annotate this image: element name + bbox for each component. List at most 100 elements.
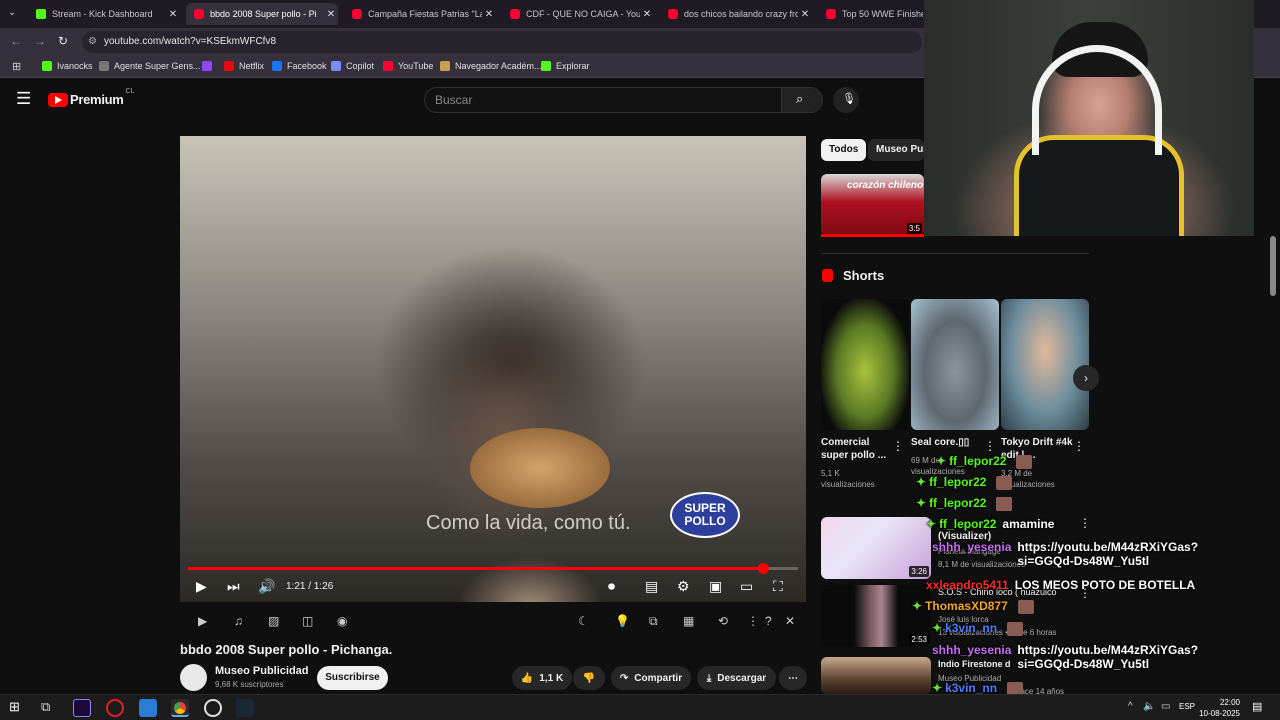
bookmark-ivanocks[interactable]: Ivanocks: [42, 61, 93, 71]
browser-tab-2[interactable]: bbdo 2008 Super pollo - Pi ✕: [186, 3, 338, 25]
language-indicator[interactable]: ESP: [1179, 702, 1195, 711]
chat-emote-icon: [996, 496, 1013, 511]
chat-text: https://youtu.be/M44zRXiYGas?si=GGQd-Ds4…: [1017, 643, 1199, 671]
recommended-thumbnail-3[interactable]: [821, 657, 931, 694]
opera-icon[interactable]: [106, 699, 124, 717]
clock[interactable]: 22:00 10-08-2025: [1199, 697, 1240, 719]
channel-name[interactable]: Museo Publicidad: [215, 665, 309, 677]
bookmark-navegador-academico[interactable]: Navegador Académ...: [440, 61, 542, 71]
help-icon[interactable]: ?: [765, 614, 772, 628]
network-icon[interactable]: ▭: [1161, 701, 1170, 712]
menu-icon[interactable]: ☰: [16, 89, 31, 109]
lightbulb-icon[interactable]: 💡: [615, 614, 630, 628]
like-button[interactable]: 👍 1,1 K: [512, 666, 572, 690]
bookmark-explorar[interactable]: Explorar: [541, 61, 590, 71]
after-effects-icon[interactable]: [73, 699, 91, 717]
recommended-thumbnail-top[interactable]: corazón chileno 3:5: [821, 174, 924, 236]
stack-icon[interactable]: ▦: [683, 614, 694, 628]
bookmark-agente-super-gens[interactable]: Agente Super Gens...: [99, 61, 201, 71]
cc-icon[interactable]: ◫: [302, 614, 313, 628]
bookmark-copilot[interactable]: Copilot: [331, 61, 374, 71]
screenshot-camera-icon[interactable]: ◉: [337, 614, 347, 628]
youtube-logo[interactable]: Premium CL: [48, 88, 134, 107]
tab-close-icon[interactable]: ✕: [166, 9, 180, 20]
forward-icon[interactable]: →: [34, 34, 46, 48]
browser-tab-4[interactable]: CDF - QUE NO CAIGA - YouTub✕: [502, 3, 654, 25]
address-bar[interactable]: ⚙ youtube.com/watch?v=KSEkmWFCfv8: [82, 31, 922, 53]
chip-todos[interactable]: Todos: [821, 139, 867, 161]
tab-search-icon[interactable]: ⌄: [8, 7, 16, 18]
picture-icon[interactable]: ▨: [268, 614, 279, 628]
short-menu-2-icon[interactable]: ⋮: [984, 439, 996, 453]
chrome-icon[interactable]: [171, 699, 189, 717]
obs-icon[interactable]: [204, 699, 222, 717]
recommended-thumbnail-1[interactable]: 3:26: [821, 517, 931, 579]
video-player[interactable]: Como la vida, como tú. SUPER POLLO ▶ ⏭ 🔊…: [180, 136, 806, 602]
bookmark-facebook[interactable]: Facebook: [272, 61, 327, 71]
chip-museo-publicidad[interactable]: Museo Pub: [868, 139, 924, 161]
short-menu-3-icon[interactable]: ⋮: [1073, 439, 1085, 453]
app-icon[interactable]: [139, 699, 157, 717]
channel-avatar[interactable]: [180, 664, 207, 691]
tray-chevron-icon[interactable]: ^: [1128, 701, 1133, 712]
progress-bar[interactable]: [188, 563, 798, 574]
music-note-icon[interactable]: ♫: [234, 614, 243, 628]
steam-icon[interactable]: [236, 699, 254, 717]
page-scrollbar[interactable]: [1270, 236, 1276, 296]
autoplay-toggle[interactable]: ⏺: [608, 578, 615, 595]
search-input[interactable]: Buscar: [424, 87, 782, 113]
browser-tab-1[interactable]: Stream - Kick Dashboard ✕: [28, 3, 180, 25]
next-icon[interactable]: ⏭: [227, 578, 240, 595]
bookmark-youtube[interactable]: YouTube: [383, 61, 433, 71]
volume-icon[interactable]: 🔊: [258, 578, 275, 595]
more-actions-button[interactable]: ⋯: [779, 666, 807, 690]
tab-close-icon[interactable]: ✕: [640, 9, 654, 20]
close-icon[interactable]: ✕: [785, 614, 795, 628]
share-button[interactable]: ↷ Compartir: [611, 666, 691, 690]
search-button[interactable]: ⌕: [781, 87, 823, 113]
dark-mode-moon-icon[interactable]: ☾: [578, 614, 589, 628]
progress-scrubber[interactable]: [757, 563, 769, 574]
loop-icon[interactable]: ⟲: [718, 614, 728, 628]
download-button[interactable]: ⤓ Descargar: [697, 666, 776, 690]
bookmark-netflix[interactable]: Netflix: [224, 61, 264, 71]
video-camera-icon[interactable]: ▶: [198, 614, 207, 628]
browser-tab-5[interactable]: dos chicos bailando crazy frog ✕: [660, 3, 812, 25]
short-thumbnail-2[interactable]: [911, 299, 999, 430]
browser-tab-6[interactable]: Top 50 WWE Finishers o: [818, 3, 923, 25]
browser-tab-3[interactable]: Campaña Fiestas Patrias "La Co✕: [344, 3, 496, 25]
apps-grid-icon[interactable]: ⊞: [12, 60, 21, 73]
subscribe-button[interactable]: Suscribirse: [317, 666, 388, 690]
short-title-1[interactable]: Comercial super pollo ...: [821, 436, 891, 462]
speaker-icon[interactable]: 🔈: [1143, 701, 1155, 712]
short-thumbnail-3[interactable]: [1001, 299, 1089, 430]
miniplayer-icon[interactable]: ▣: [709, 578, 722, 595]
settings-gear-icon[interactable]: ⚙: [677, 578, 690, 595]
play-icon[interactable]: ▶: [196, 578, 207, 595]
popout-icon[interactable]: ⧉: [649, 614, 658, 629]
windows-taskbar: ⊞ ⧉ ^ 🔈 ▭ ESP 22:00 10-08-2025 ▤: [0, 694, 1280, 720]
recommended-menu-1-icon[interactable]: ⋮: [1079, 516, 1091, 530]
bookmark-twitch[interactable]: [202, 61, 217, 71]
theater-mode-icon[interactable]: ▭: [740, 578, 753, 595]
back-icon[interactable]: ←: [10, 34, 22, 48]
short-thumbnail-1[interactable]: [821, 299, 909, 430]
tab-close-icon[interactable]: ✕: [482, 9, 496, 20]
task-view-icon[interactable]: ⧉: [41, 699, 50, 715]
more-vertical-icon[interactable]: ⋮: [747, 614, 759, 628]
recommended-thumbnail-2[interactable]: 2:53: [821, 585, 931, 647]
voice-search-button[interactable]: 🎙: [833, 87, 859, 113]
subtitles-icon[interactable]: ▤: [645, 578, 658, 595]
tab-close-icon[interactable]: ✕: [324, 9, 338, 20]
tab-close-icon[interactable]: ✕: [798, 9, 812, 20]
dislike-button[interactable]: 👎: [573, 666, 605, 690]
site-info-icon[interactable]: ⚙: [88, 31, 97, 53]
shorts-next-button[interactable]: ›: [1073, 365, 1099, 391]
notifications-icon[interactable]: ▤: [1252, 700, 1262, 713]
short-title-2[interactable]: Seal core.▯▯: [911, 436, 983, 449]
windows-start-icon[interactable]: ⊞: [9, 699, 20, 715]
chat-text: https://youtu.be/M44zRXiYGas?si=GGQd-Ds4…: [1017, 540, 1199, 568]
reload-icon[interactable]: ↻: [58, 34, 68, 48]
fullscreen-icon[interactable]: ⛶: [773, 578, 783, 595]
short-menu-1-icon[interactable]: ⋮: [892, 439, 904, 453]
